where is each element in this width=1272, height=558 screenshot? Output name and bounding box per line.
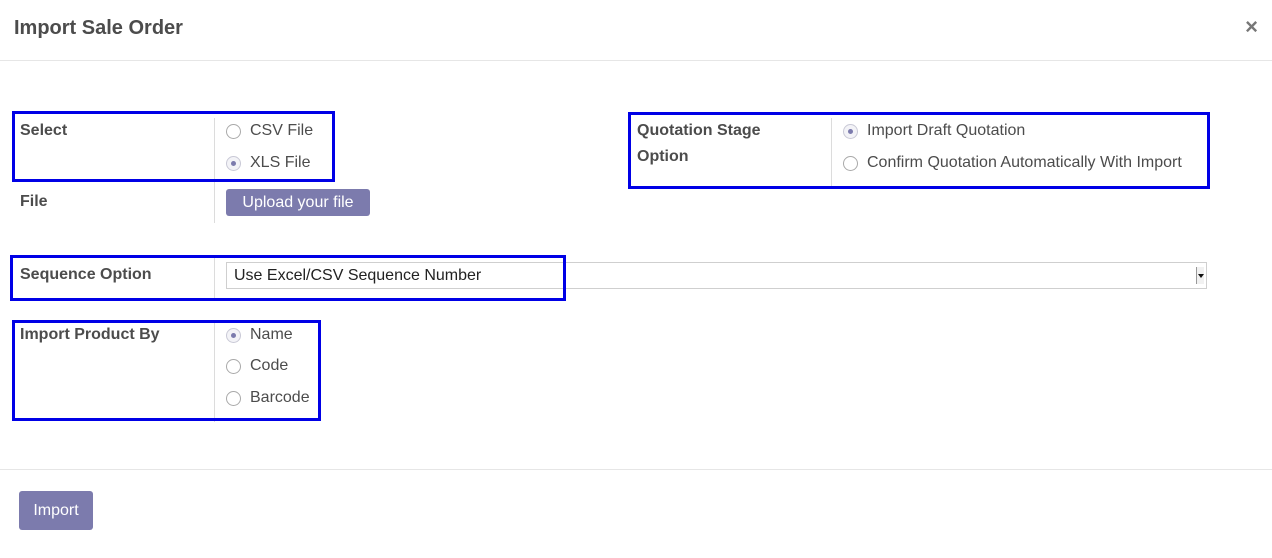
select-label: Select — [20, 122, 68, 139]
radio-label: CSV File — [250, 122, 314, 139]
radio-checked-icon — [226, 155, 241, 171]
radio-label: Name — [250, 326, 293, 343]
sequence-option-value: Use Excel/CSV Sequence Number — [234, 266, 482, 284]
radio-confirm-quotation[interactable]: Confirm Quotation Automatically With Imp… — [843, 152, 1182, 174]
radio-checked-icon — [843, 123, 858, 139]
radio-label: Barcode — [250, 389, 310, 406]
file-label: File — [20, 193, 48, 210]
radio-import-draft-quotation[interactable]: Import Draft Quotation — [843, 120, 1025, 142]
radio-product-by-name[interactable]: Name — [226, 324, 293, 346]
radio-icon — [226, 390, 241, 406]
dialog-header: Import Sale Order × — [0, 0, 1272, 61]
radio-checked-icon — [226, 327, 241, 343]
radio-label: Import Draft Quotation — [867, 122, 1026, 139]
radio-icon — [226, 358, 241, 374]
quotation-stage-label-line1: Quotation Stage — [637, 122, 761, 139]
upload-file-button[interactable]: Upload your file — [226, 189, 370, 216]
field-divider — [831, 118, 832, 186]
radio-csv-file[interactable]: CSV File — [226, 120, 313, 142]
close-icon[interactable]: × — [1245, 15, 1258, 39]
radio-label: Code — [250, 357, 289, 374]
sequence-option-select[interactable]: Use Excel/CSV Sequence Number — [226, 262, 1207, 289]
radio-xls-file[interactable]: XLS File — [226, 152, 310, 174]
dialog-title: Import Sale Order — [14, 17, 183, 39]
radio-product-by-barcode[interactable]: Barcode — [226, 387, 310, 409]
import-product-by-label: Import Product By — [20, 326, 160, 343]
chevron-down-icon — [1196, 267, 1204, 284]
radio-icon — [843, 155, 858, 171]
field-divider — [214, 258, 215, 298]
radio-product-by-code[interactable]: Code — [226, 355, 288, 377]
radio-icon — [226, 123, 241, 139]
field-divider — [214, 322, 215, 422]
sequence-option-label: Sequence Option — [20, 266, 152, 283]
import-button[interactable]: Import — [19, 491, 93, 530]
field-divider — [214, 118, 215, 223]
radio-label: XLS File — [250, 154, 311, 171]
radio-label: Confirm Quotation Automatically With Imp… — [867, 154, 1182, 171]
quotation-stage-label-line2: Option — [637, 148, 689, 165]
footer-divider — [0, 469, 1272, 470]
